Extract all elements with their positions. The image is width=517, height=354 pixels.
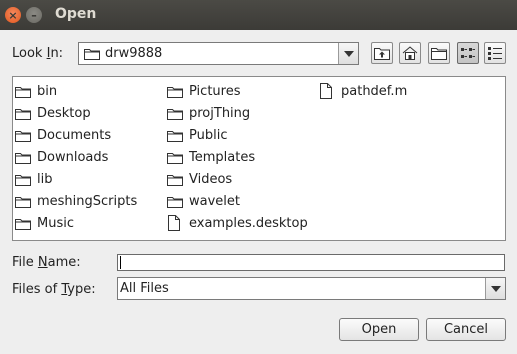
list-item[interactable]: Downloads <box>15 147 108 167</box>
folder-icon <box>15 216 33 230</box>
list-item[interactable]: examples.desktop <box>167 213 308 233</box>
folder-icon <box>15 194 33 208</box>
look-in-dropdown-button[interactable] <box>338 43 358 64</box>
up-one-level-button[interactable] <box>371 42 393 64</box>
text-caret <box>120 256 121 269</box>
file-type-dropdown-button[interactable] <box>485 278 505 299</box>
file-type-value: All Files <box>120 281 169 296</box>
title-bar: × – Open <box>0 0 517 30</box>
list-item[interactable]: meshingScripts <box>15 191 137 211</box>
cancel-button[interactable]: Cancel <box>426 318 506 341</box>
folder-icon <box>15 84 33 98</box>
folder-icon <box>167 106 185 120</box>
list-item[interactable]: bin <box>15 81 57 101</box>
folder-icon <box>167 194 185 208</box>
folder-icon <box>167 150 185 164</box>
up-one-level-icon <box>374 48 390 60</box>
folder-icon <box>15 150 33 164</box>
file-icon <box>319 83 337 99</box>
home-icon <box>402 46 418 60</box>
look-in-combo[interactable]: drw9888 <box>78 42 359 65</box>
file-type-label: Files of Type: <box>12 282 96 297</box>
list-item[interactable]: Documents <box>15 125 111 145</box>
folder-icon <box>15 106 33 120</box>
details-view-button[interactable] <box>484 42 506 64</box>
file-name-label: File Name: <box>12 255 81 270</box>
home-button[interactable] <box>399 42 421 64</box>
file-icon <box>167 215 185 231</box>
file-type-combo[interactable]: All Files <box>117 277 506 300</box>
look-in-value: drw9888 <box>105 46 163 61</box>
list-item[interactable]: pathdef.m <box>319 81 407 101</box>
list-item[interactable]: projThing <box>167 103 250 123</box>
open-button[interactable]: Open <box>339 318 419 341</box>
list-item[interactable]: Templates <box>167 147 255 167</box>
folder-icon <box>167 128 185 142</box>
list-item[interactable]: Videos <box>167 169 232 189</box>
file-list[interactable]: bin Desktop Documents Downloads lib mesh… <box>12 76 506 241</box>
list-item[interactable]: Music <box>15 213 74 233</box>
new-folder-icon <box>431 48 447 60</box>
chevron-down-icon <box>343 50 354 57</box>
minimize-icon: – <box>31 8 37 22</box>
list-view-button[interactable] <box>457 42 479 64</box>
list-item[interactable]: Desktop <box>15 103 91 123</box>
folder-icon <box>15 172 33 186</box>
look-in-label: Look In: <box>12 46 64 61</box>
folder-icon <box>167 172 185 186</box>
minimize-window-button[interactable]: – <box>26 7 42 23</box>
list-item[interactable]: wavelet <box>167 191 240 211</box>
list-item[interactable]: lib <box>15 169 52 189</box>
file-name-input[interactable] <box>117 254 505 271</box>
list-view-icon <box>461 48 475 58</box>
close-icon: × <box>8 8 18 22</box>
folder-icon <box>167 84 185 98</box>
details-view-icon <box>488 47 502 60</box>
close-window-button[interactable]: × <box>5 7 21 23</box>
new-folder-button[interactable] <box>428 42 450 64</box>
folder-icon <box>84 47 100 60</box>
list-item[interactable]: Pictures <box>167 81 240 101</box>
list-item[interactable]: Public <box>167 125 227 145</box>
chevron-down-icon <box>490 285 501 292</box>
folder-icon <box>15 128 33 142</box>
window-title: Open <box>55 6 97 22</box>
